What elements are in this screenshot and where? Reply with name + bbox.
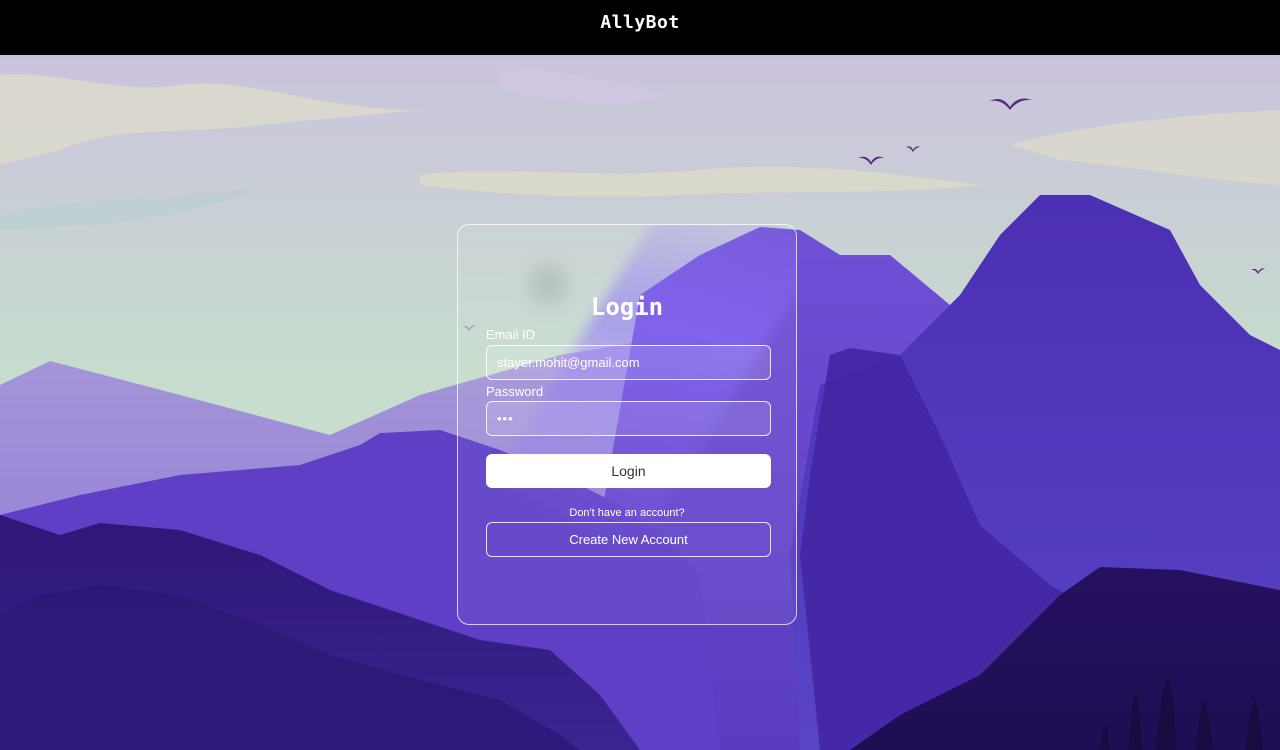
email-field[interactable]	[486, 345, 771, 380]
no-account-text: Don't have an account?	[569, 507, 685, 519]
brand-title: AllyBot	[600, 12, 680, 33]
login-card: Login Email ID Password Login Don't have…	[457, 224, 797, 625]
password-label: Password	[486, 384, 544, 399]
login-title: Login	[590, 293, 664, 321]
top-bar: AllyBot	[0, 0, 1280, 55]
login-button[interactable]: Login	[486, 454, 771, 488]
password-field[interactable]	[486, 401, 771, 436]
email-label: Email ID	[486, 327, 536, 342]
create-account-button[interactable]: Create New Account	[486, 522, 771, 557]
